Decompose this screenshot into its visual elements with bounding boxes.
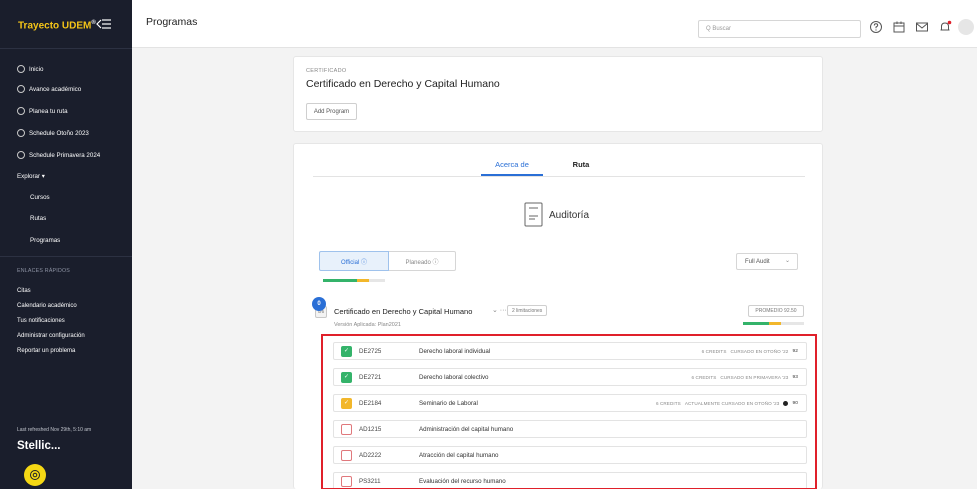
full-audit-label: Full Audit — [745, 259, 770, 265]
sidebar-item-programas[interactable]: Programas — [30, 237, 60, 244]
tab-ruta[interactable]: Ruta — [564, 160, 598, 169]
audit-progress-in-progress — [357, 279, 369, 282]
notification-bell-icon[interactable] — [938, 20, 952, 34]
requirement-progress-remaining — [781, 322, 804, 325]
search-input[interactable]: Q Buscar — [698, 20, 861, 38]
quick-link-citas[interactable]: Citas — [17, 288, 31, 294]
sidebar-item-label: Schedule Primavera 2024 — [29, 151, 101, 159]
limits-badge[interactable]: 2 limitaciones — [507, 305, 548, 316]
calendar-icon — [17, 129, 25, 137]
program-title: Certificado en Derecho y Capital Humano — [306, 78, 500, 90]
help-icon[interactable] — [869, 20, 883, 34]
requirement-title[interactable]: Certificado en Derecho y Capital Humano — [334, 307, 472, 316]
top-bar: Programas Q Buscar — [132, 0, 977, 48]
sidebar-explore-toggle[interactable]: Explorar ▾ — [17, 173, 45, 180]
full-audit-select[interactable]: Full Audit ⌄ — [736, 253, 798, 270]
quick-links-heading: ENLACES RÁPIDOS — [17, 268, 71, 274]
sidebar: Trayecto UDEM® Inicio Avance académico P… — [0, 0, 132, 489]
audit-progress-remaining — [369, 279, 385, 282]
sidebar-item-label: Inicio — [29, 65, 44, 73]
stellic-logo: Stellic... — [17, 440, 61, 452]
sidebar-item-schedule-otono[interactable]: Schedule Otoño 2023 — [17, 129, 89, 137]
last-refreshed: Last refreshed Nov 29th, 5:10 am — [17, 427, 92, 433]
average-badge: PROMEDIO 92.50 — [748, 305, 804, 317]
official-toggle[interactable]: Official ⓘ — [319, 251, 389, 271]
tabs-divider — [313, 176, 805, 177]
sidebar-item-cursos[interactable]: Cursos — [30, 194, 50, 201]
brand-logo[interactable]: Trayecto UDEM® — [18, 20, 96, 31]
planned-toggle[interactable]: Planeado ⓘ — [389, 251, 456, 271]
sidebar-item-label: Planea tu ruta — [29, 107, 68, 115]
chevron-down-icon: ⌄ — [784, 258, 790, 264]
quick-link-notificaciones[interactable]: Tus notificaciones — [17, 318, 65, 324]
calendar-icon — [17, 151, 25, 159]
requirement-count-badge: 0 — [312, 297, 326, 311]
sidebar-item-planea[interactable]: Planea tu ruta — [17, 107, 68, 115]
quick-link-reportar[interactable]: Reportar un problema — [17, 348, 75, 354]
program-header-card — [293, 56, 823, 132]
calendar-icon[interactable] — [892, 20, 906, 34]
route-icon — [17, 107, 25, 115]
requirement-progress-in-progress — [769, 322, 781, 325]
more-options-icon[interactable]: ⌄ ··· — [492, 306, 507, 314]
audit-title: Auditoría — [549, 210, 590, 221]
add-program-button[interactable]: Add Program — [306, 103, 357, 120]
document-icon — [524, 202, 543, 227]
check-circle-icon — [17, 85, 25, 93]
quick-link-configuracion[interactable]: Administrar configuración — [17, 333, 85, 339]
help-fab-button[interactable] — [24, 464, 46, 486]
sidebar-item-rutas[interactable]: Rutas — [30, 215, 46, 222]
lifebuoy-icon — [30, 470, 40, 480]
sidebar-divider — [0, 256, 132, 257]
requirement-title-text: Certificado en Derecho y Capital Humano — [334, 307, 473, 316]
brand-name: Trayecto UDEM — [18, 20, 92, 32]
sidebar-item-avance[interactable]: Avance académico — [17, 85, 81, 93]
sidebar-item-schedule-primavera[interactable]: Schedule Primavera 2024 — [17, 151, 100, 159]
page-title: Programas — [146, 16, 198, 28]
requirement-progress-completed — [743, 322, 769, 325]
home-icon — [17, 65, 25, 73]
collapse-sidebar-icon[interactable] — [96, 18, 112, 30]
quick-link-calendario[interactable]: Calendario académico — [17, 303, 77, 309]
sidebar-item-label: Schedule Otoño 2023 — [29, 129, 89, 137]
highlight-frame — [321, 334, 817, 489]
sidebar-item-inicio[interactable]: Inicio — [17, 65, 43, 73]
sidebar-item-label: Avance académico — [29, 85, 82, 93]
sidebar-divider — [0, 48, 132, 49]
applied-version: Versión Aplicada: Plan2021 — [334, 322, 401, 328]
mail-icon[interactable] — [915, 20, 929, 34]
sidebar-item-label: Explorar ▾ — [17, 173, 45, 180]
program-type-label: CERTIFICADO — [306, 68, 347, 74]
avatar[interactable] — [958, 19, 974, 35]
tab-acerca-de[interactable]: Acerca de — [481, 160, 543, 169]
audit-progress-completed — [323, 279, 357, 282]
